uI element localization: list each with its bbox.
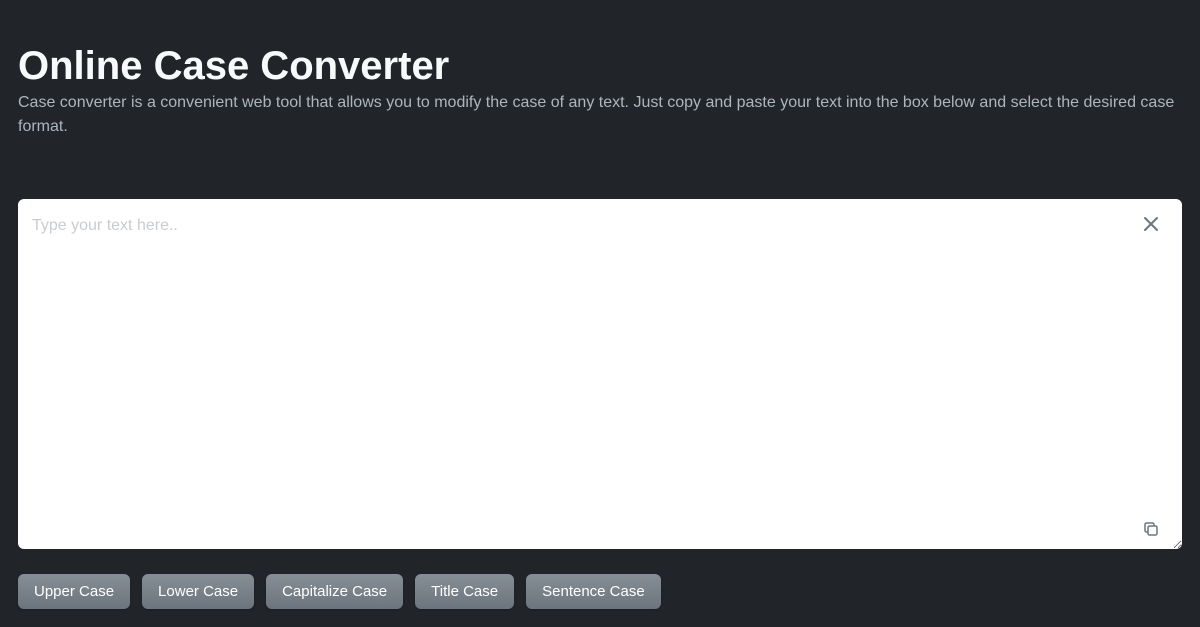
upper-case-button[interactable]: Upper Case <box>18 574 130 609</box>
button-row: Upper Case Lower Case Capitalize Case Ti… <box>18 574 1182 609</box>
textarea-wrapper <box>18 199 1182 554</box>
sentence-case-button[interactable]: Sentence Case <box>526 574 661 609</box>
capitalize-case-button[interactable]: Capitalize Case <box>266 574 403 609</box>
page-title: Online Case Converter <box>18 44 1182 89</box>
title-case-button[interactable]: Title Case <box>415 574 514 609</box>
lower-case-button[interactable]: Lower Case <box>142 574 254 609</box>
text-input[interactable] <box>18 199 1182 549</box>
copy-icon[interactable] <box>1142 520 1160 538</box>
clear-icon[interactable] <box>1142 215 1160 233</box>
page-description: Case converter is a convenient web tool … <box>18 91 1182 139</box>
